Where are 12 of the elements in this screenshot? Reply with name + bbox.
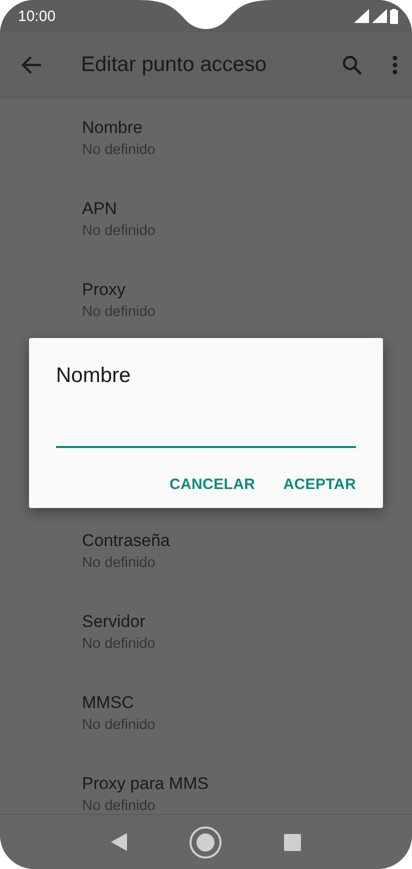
setting-title[interactable]: MMSC: [82, 692, 134, 714]
status-time: 10:00: [18, 8, 56, 24]
screen-title: Editar punto acceso: [81, 52, 268, 76]
accept-button[interactable]: ACEPTAR: [273, 468, 366, 501]
dialog-title: Nombre: [56, 363, 131, 389]
setting-title[interactable]: Contraseña: [82, 530, 170, 552]
setting-title[interactable]: Proxy para MMS: [82, 773, 209, 795]
cancel-button[interactable]: CANCELAR: [159, 468, 266, 501]
setting-title[interactable]: Servidor: [82, 611, 146, 633]
setting-title[interactable]: Proxy: [82, 279, 126, 301]
setting-title[interactable]: Nombre: [82, 117, 142, 139]
setting-title[interactable]: APN: [82, 198, 117, 220]
